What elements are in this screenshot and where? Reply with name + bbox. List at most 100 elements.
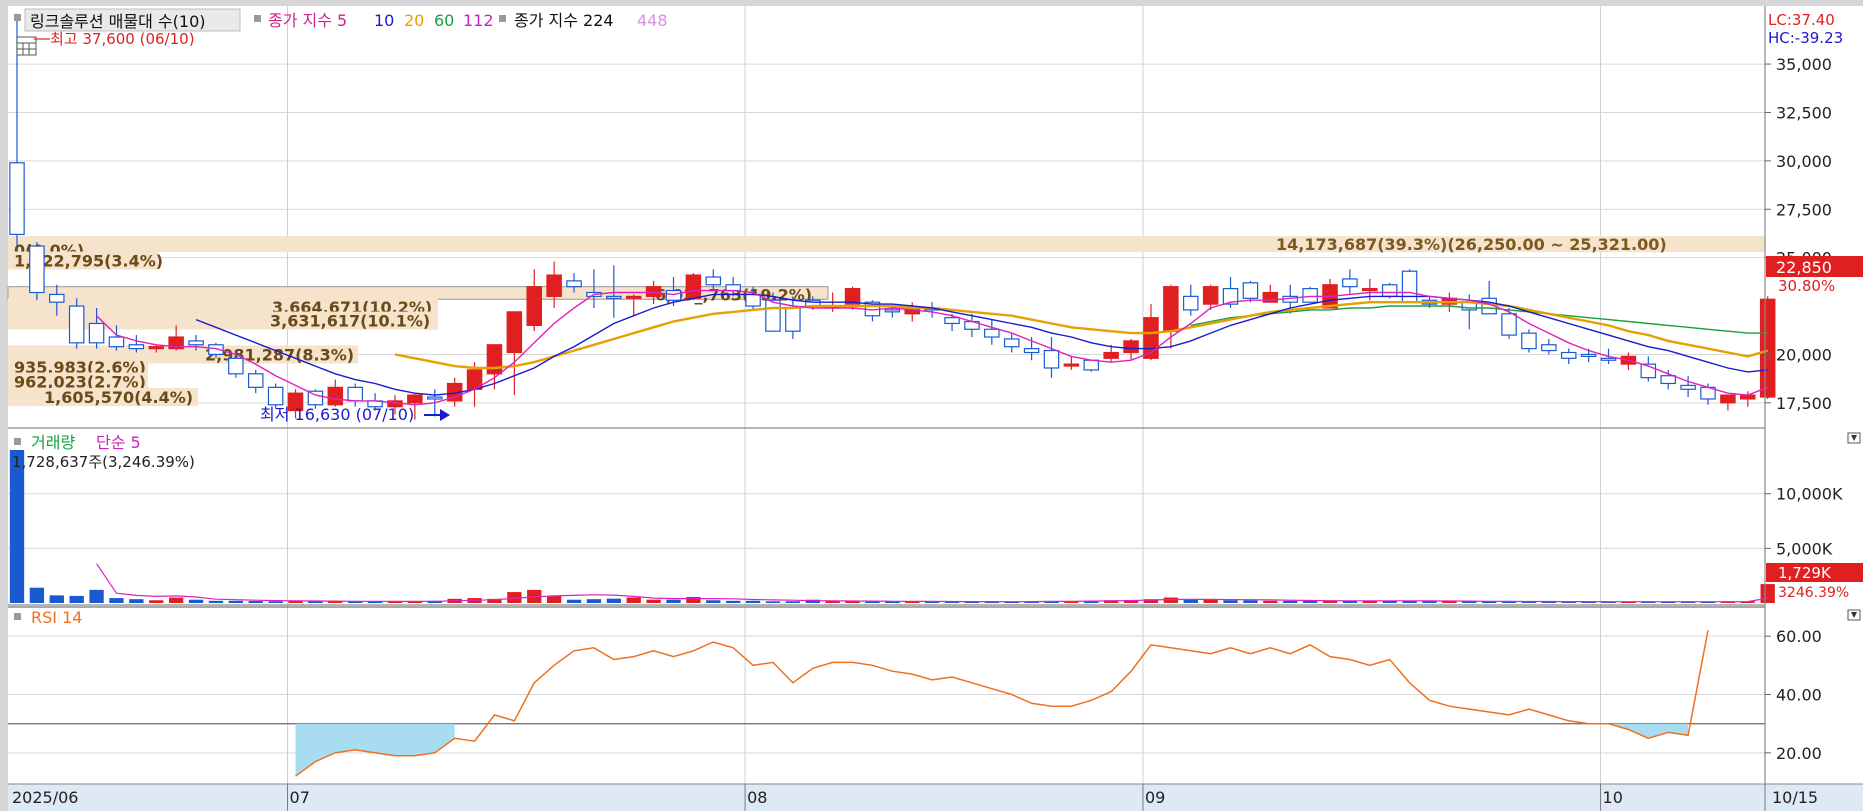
candle-body [108, 336, 125, 348]
candle-body [745, 293, 761, 307]
candle-body [1660, 375, 1676, 385]
current-change: 30.80% [1778, 277, 1835, 295]
candle-body [566, 280, 582, 288]
volume-bar [566, 599, 582, 603]
candle-body [884, 309, 901, 313]
volume-bar [1243, 600, 1258, 603]
candle-body [9, 162, 25, 236]
candle-body [1342, 278, 1358, 288]
candle-body [1063, 363, 1080, 367]
volume-bar [149, 600, 164, 603]
time-label: 08 [747, 788, 767, 807]
candle-body [1401, 270, 1418, 303]
candle-body [427, 396, 443, 400]
candle-body [944, 317, 960, 325]
candle-body [88, 322, 105, 344]
candle-body [1362, 288, 1378, 292]
time-label: 10/15 [1772, 788, 1818, 807]
time-label: 2025/06 [12, 788, 78, 807]
volume-bar [188, 599, 204, 603]
rsi-label: RSI 14 [31, 608, 82, 627]
legend-ma2-label: 종가 지수 224 [514, 11, 614, 30]
candle-body [1083, 359, 1100, 371]
candle-body [1501, 313, 1517, 336]
legend-marker-icon [14, 14, 21, 21]
candle-body [49, 293, 65, 303]
volume-bar [268, 601, 283, 603]
legend-marker-icon [499, 15, 506, 22]
candle-body [29, 245, 45, 294]
candle-body [685, 274, 702, 299]
volume-bar [1163, 597, 1179, 603]
volume-bar [29, 587, 45, 603]
legend-ma-60: 60 [434, 11, 454, 30]
legend-ma-112: 112 [463, 11, 494, 30]
volume-bar [89, 589, 104, 603]
volume-bar [69, 595, 84, 603]
candle-body [625, 295, 642, 299]
volume-tick-label: 10,000K [1776, 485, 1843, 504]
candle-body [128, 344, 145, 350]
volume-bar [686, 596, 701, 603]
volume-bar [626, 597, 641, 603]
volume-ma-label: 단순 5 [96, 433, 141, 452]
panel-close-icon[interactable] [1847, 609, 1861, 621]
legend-marker-icon [254, 15, 261, 22]
candle-body [1043, 349, 1060, 369]
volume-bar [109, 598, 124, 603]
volume-bar [1422, 601, 1437, 603]
legend-ma-10: 10 [374, 11, 394, 30]
volume-bar [666, 599, 681, 603]
volume-bar [1223, 600, 1238, 603]
candle-body [1182, 295, 1199, 311]
candle-body [247, 373, 264, 388]
candle-body [1680, 384, 1696, 390]
panel-close-icon[interactable] [1847, 432, 1861, 444]
candle-body [546, 274, 562, 297]
rsi-tick-label: 60.00 [1776, 627, 1822, 646]
candle-body [984, 328, 1000, 338]
volume-label: 거래량 [31, 433, 75, 452]
volume-bar [765, 601, 781, 603]
volume-bar [228, 600, 243, 603]
volume-bar [129, 599, 144, 603]
candle-body [1720, 394, 1736, 404]
candle-body [1560, 351, 1577, 359]
volume-bar [1283, 600, 1298, 603]
volume-bar [706, 600, 721, 603]
candle-body [725, 284, 741, 292]
volume-bar [546, 595, 562, 603]
current-volume: 1,729K [1778, 564, 1832, 582]
high-annotation: 최고 37,600 (06/10) [50, 30, 195, 48]
candle-body [765, 299, 781, 332]
hc-label: HC:-39.23 [1768, 29, 1843, 47]
calendar-icon[interactable] [16, 36, 37, 56]
current-price: 22,850 [1776, 258, 1832, 277]
candle-body [1541, 344, 1557, 352]
volume-bar [1203, 599, 1218, 603]
time-label: 09 [1145, 788, 1165, 807]
volume-info: 1,728,637주(3,246.39%) [12, 453, 195, 471]
legend-ma-20: 20 [404, 11, 424, 30]
volume-bar [9, 450, 25, 603]
volume-bar [1183, 599, 1198, 603]
price-tick-label: 17,500 [1776, 394, 1832, 413]
candle-body [228, 357, 244, 375]
volume-bar [745, 600, 761, 603]
candle-body [1163, 286, 1179, 332]
candle-body [68, 305, 85, 344]
volume-bar [49, 595, 64, 603]
profile-band-top-label: 14,173,687(39.3%)(26,250.00 ~ 25,321.00) [1276, 235, 1667, 254]
volume-bar [248, 601, 263, 603]
stock-chart: 14,173,687(39.3%)(26,250.00 ~ 25,321.00)… [0, 0, 1863, 811]
price-tick-label: 32,500 [1776, 103, 1832, 122]
time-label: 10 [1603, 788, 1623, 807]
candle-body [606, 295, 622, 299]
volume-bar [168, 597, 184, 603]
candle-body [188, 340, 204, 346]
rsi-tick-label: 40.00 [1776, 686, 1822, 705]
candle-body [705, 276, 722, 286]
price-tick-label: 27,500 [1776, 200, 1832, 219]
volume-bar [1760, 584, 1775, 603]
volume-bar [785, 601, 801, 603]
